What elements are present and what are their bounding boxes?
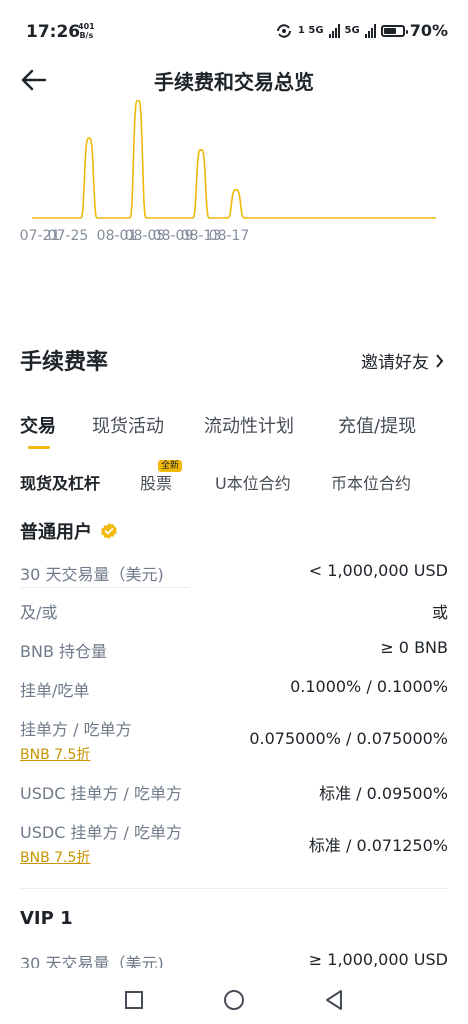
bnb-discount-link[interactable]: BNB 7.5折 (20, 847, 90, 867)
battery-fill (383, 27, 397, 34)
row-value-volume: < 1,000,000 USD (308, 561, 448, 580)
status-time: 17:26 (26, 22, 81, 42)
subtab-usdm-futures[interactable]: U本位合约 (215, 470, 291, 494)
tier-divider (20, 888, 448, 889)
invite-friends-link[interactable]: 邀请好友 (361, 348, 444, 373)
new-badge: 全新 (158, 460, 183, 472)
triangle-back-icon (326, 990, 342, 1010)
row-value-usdc-bnb: 标准 / 0.071250% (308, 836, 448, 855)
vip1-row-value-volume: ≥ 1,000,000 USD (308, 950, 448, 969)
sync-icon (276, 23, 291, 38)
x-tick-label: 08-17 (208, 228, 250, 244)
subtab-coinm-futures[interactable]: 币本位合约 (331, 470, 411, 494)
chart-series-line (32, 100, 436, 219)
chevron-right-icon (436, 353, 444, 368)
tier-regular-title: 普通用户 (20, 518, 118, 544)
verified-badge-icon (101, 523, 117, 539)
tab-trade[interactable]: 交易 (20, 412, 56, 438)
row-label-bnb-holding: BNB 持仓量 (20, 642, 108, 661)
row-value-bnb-holding: ≥ 0 BNB (380, 638, 448, 657)
section-title: 手续费率 (20, 350, 109, 375)
row-label-maker-taker-bnb: 挂单方 / 吃单方 (20, 720, 132, 739)
row-value-maker-taker: 0.1000% / 0.1000% (290, 677, 448, 696)
bnb-discount-link[interactable]: BNB 7.5折 (20, 744, 90, 764)
subtab-spot-margin[interactable]: 现货及杠杆 (20, 470, 100, 494)
row-label-maker-taker: 挂单/吃单 (20, 681, 90, 700)
row-value-and-or: 或 (431, 603, 448, 622)
signal-icon (364, 23, 376, 38)
row-label-volume: 30 天交易量（美元) (20, 565, 164, 584)
recent-apps-button[interactable] (122, 988, 146, 1012)
sim1-label: 1 5G (297, 25, 324, 36)
status-icons: 1 5G 5G 70% (275, 21, 448, 40)
tier-vip1-title: VIP 1 (20, 908, 73, 929)
circle-icon (224, 990, 244, 1010)
battery-percent: 70% (409, 21, 448, 40)
network-rate: 401 B/s (78, 22, 95, 40)
network-rate-value: 401 (78, 22, 95, 31)
signal-icon (328, 23, 340, 38)
subtab-stocks[interactable]: 股票 (140, 470, 172, 494)
invite-label: 邀请好友 (361, 353, 429, 373)
square-icon (125, 991, 143, 1009)
tab-liquidity-program[interactable]: 流动性计划 (204, 412, 294, 438)
tab-deposit-withdraw[interactable]: 充值/提现 (338, 412, 416, 438)
fee-volume-chart (32, 100, 436, 219)
battery-icon (380, 24, 408, 37)
back-nav-button[interactable] (322, 988, 346, 1012)
home-button[interactable] (222, 988, 246, 1012)
row-label-and-or: 及/或 (20, 603, 58, 622)
network-rate-unit: B/s (79, 31, 94, 40)
row-value-maker-taker-bnb: 0.075000% / 0.075000% (249, 729, 448, 748)
row-divider (20, 587, 190, 588)
tier-name: 普通用户 (20, 522, 92, 543)
row-label-usdc: USDC 挂单方 / 吃单方 (20, 784, 183, 803)
active-tab-indicator (28, 446, 50, 449)
tab-spot-activity[interactable]: 现货活动 (92, 412, 164, 438)
page-title: 手续费和交易总览 (154, 70, 314, 94)
row-label-usdc-bnb: USDC 挂单方 / 吃单方 (20, 823, 183, 842)
sim2-label: 5G (344, 25, 360, 36)
row-value-usdc: 标准 / 0.09500% (319, 784, 448, 803)
x-tick-label: 07-25 (47, 228, 89, 244)
